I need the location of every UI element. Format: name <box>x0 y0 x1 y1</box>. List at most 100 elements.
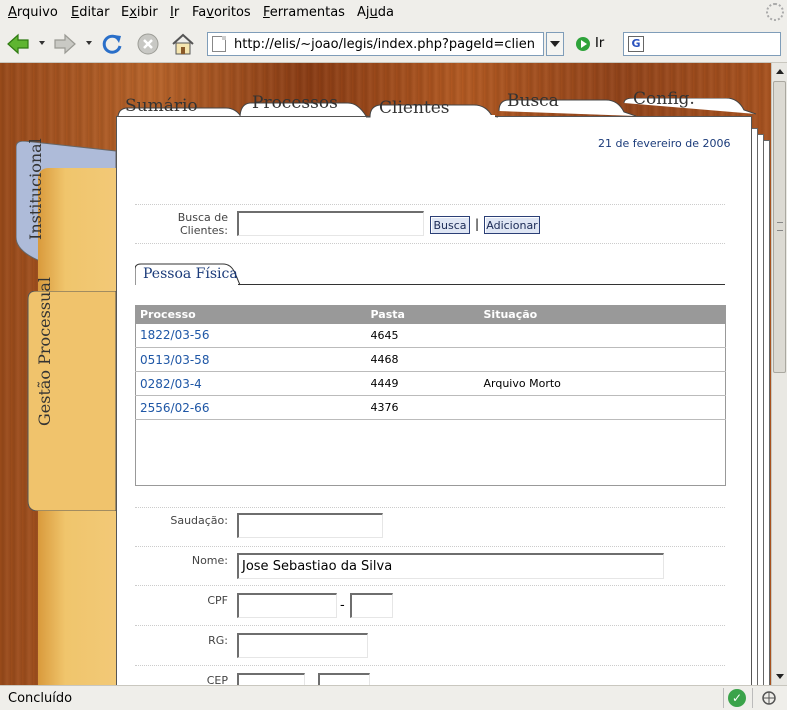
paper-edge <box>764 140 770 685</box>
cell-situacao <box>479 323 726 348</box>
client-search-input[interactable] <box>237 211 424 236</box>
forward-arrow-icon <box>54 33 76 55</box>
status-bar: Concluído ✓ <box>0 685 787 710</box>
menu-favoritos[interactable]: Favoritos <box>192 5 251 20</box>
processes-table: Processo Pasta Situação 1822/03-56 4645 … <box>135 305 726 420</box>
cell-situacao: Arquivo Morto <box>479 371 726 396</box>
divider <box>135 243 725 244</box>
tab-busca[interactable]: Busca <box>507 91 559 111</box>
current-date: 21 de fevereiro de 2006 <box>598 137 731 150</box>
cep-input-suffix[interactable] <box>318 673 370 685</box>
cell-pasta: 4468 <box>366 347 480 372</box>
divider <box>135 625 725 626</box>
processo-link[interactable]: 1822/03-56 <box>140 328 209 342</box>
url-history-button[interactable] <box>546 32 564 56</box>
stop-button[interactable] <box>135 31 161 57</box>
nome-input[interactable]: Jose Sebastiao da Silva <box>237 553 664 579</box>
divider <box>135 665 725 666</box>
rg-label: RG: <box>208 634 228 647</box>
page-viewport: Institucional Gestão Processual Sumário … <box>0 63 771 685</box>
status-ok-icon: ✓ <box>728 689 746 707</box>
google-search-engine-icon[interactable]: G <box>628 36 644 52</box>
divider <box>135 507 725 508</box>
divider <box>135 546 725 547</box>
cell-processo: 1822/03-56 <box>135 323 367 348</box>
cell-processo: 2556/02-66 <box>135 395 367 420</box>
back-dropdown-icon[interactable] <box>39 41 45 45</box>
saudacao-input[interactable] <box>237 513 383 538</box>
scroll-up-icon[interactable] <box>776 69 784 74</box>
back-arrow-icon <box>7 33 29 55</box>
cep-label: CEP <box>206 674 228 685</box>
section-underline <box>238 284 725 285</box>
home-icon <box>172 33 194 55</box>
status-text: Concluído <box>8 691 73 706</box>
table-row: 1822/03-56 4645 <box>135 323 726 348</box>
side-tab-institucional-label: Institucional <box>26 138 45 240</box>
side-tab-gestao-label: Gestão Processual <box>35 276 54 426</box>
column-header-pasta: Pasta <box>366 305 480 324</box>
cell-situacao <box>479 395 726 420</box>
cell-processo: 0513/03-58 <box>135 347 367 372</box>
table-header-row: Processo Pasta Situação <box>135 305 726 324</box>
menu-editar[interactable]: Editar <box>71 5 110 20</box>
menu-exibir[interactable]: Exibir <box>121 5 158 20</box>
column-header-situacao: Situação <box>479 305 726 324</box>
adicionar-button[interactable]: Adicionar <box>484 216 540 234</box>
url-field[interactable]: http://elis/~joao/legis/index.php?pageId… <box>207 32 544 56</box>
cell-pasta: 4645 <box>366 323 480 348</box>
cell-situacao <box>479 347 726 372</box>
status-divider <box>723 688 724 708</box>
reload-button[interactable] <box>99 31 125 57</box>
url-text: http://elis/~joao/legis/index.php?pageId… <box>234 36 534 52</box>
vertical-scrollbar[interactable] <box>771 63 787 685</box>
saudacao-label: Saudação: <box>170 514 228 527</box>
stop-icon <box>137 33 159 55</box>
menu-arquivo[interactable]: Arquivo <box>8 5 58 20</box>
reload-icon <box>102 34 122 54</box>
tab-clientes[interactable]: Clientes <box>379 98 450 118</box>
cpf-dash: - <box>340 598 345 613</box>
cpf-input-main[interactable] <box>237 593 337 618</box>
table-empty-area <box>135 420 726 486</box>
divider <box>135 204 725 205</box>
connection-status-icon[interactable] <box>760 690 778 706</box>
scroll-down-icon[interactable] <box>776 674 784 679</box>
tab-processos[interactable]: Processos <box>252 93 338 113</box>
cell-processo: 0282/03-4 <box>135 371 367 396</box>
chevron-down-icon <box>550 41 560 47</box>
forward-button[interactable] <box>52 31 78 57</box>
processo-link[interactable]: 2556/02-66 <box>140 401 209 415</box>
page-icon <box>212 36 226 52</box>
table-row: 0282/03-4 4449 Arquivo Morto <box>135 371 726 396</box>
divider <box>135 585 725 586</box>
throbber-icon <box>766 3 784 21</box>
scroll-thumb[interactable] <box>773 81 786 373</box>
processo-link[interactable]: 0282/03-4 <box>140 377 202 391</box>
search-label: Busca de Clientes: <box>177 211 228 237</box>
cell-pasta: 4376 <box>366 395 480 420</box>
button-separator: | <box>475 217 480 231</box>
status-divider <box>752 688 753 708</box>
menu-ir[interactable]: Ir <box>170 5 179 20</box>
table-row: 0513/03-58 4468 <box>135 347 726 372</box>
menu-ajuda[interactable]: Ajuda <box>357 5 394 20</box>
cep-input-main[interactable] <box>237 673 305 685</box>
forward-dropdown-icon[interactable] <box>86 41 92 45</box>
tab-sumario[interactable]: Sumário <box>125 96 198 116</box>
menubar: Arquivo Editar Exibir Ir Favoritos Ferra… <box>0 0 787 25</box>
menu-ferramentas[interactable]: Ferramentas <box>263 5 345 20</box>
processo-link[interactable]: 0513/03-58 <box>140 353 209 367</box>
section-title-pessoa-fisica: Pessoa Física <box>143 266 238 282</box>
cpf-label: CPF <box>207 594 228 607</box>
back-button[interactable] <box>5 31 31 57</box>
cpf-input-digits[interactable] <box>350 593 393 618</box>
home-button[interactable] <box>170 31 196 57</box>
rg-input[interactable] <box>237 633 368 658</box>
go-icon <box>576 36 590 51</box>
busca-button[interactable]: Busca <box>430 216 470 234</box>
tab-config[interactable]: Config. <box>633 89 695 109</box>
web-search-field[interactable]: G <box>623 32 781 56</box>
go-label: Ir <box>595 36 605 51</box>
go-button[interactable]: Ir <box>576 36 604 51</box>
